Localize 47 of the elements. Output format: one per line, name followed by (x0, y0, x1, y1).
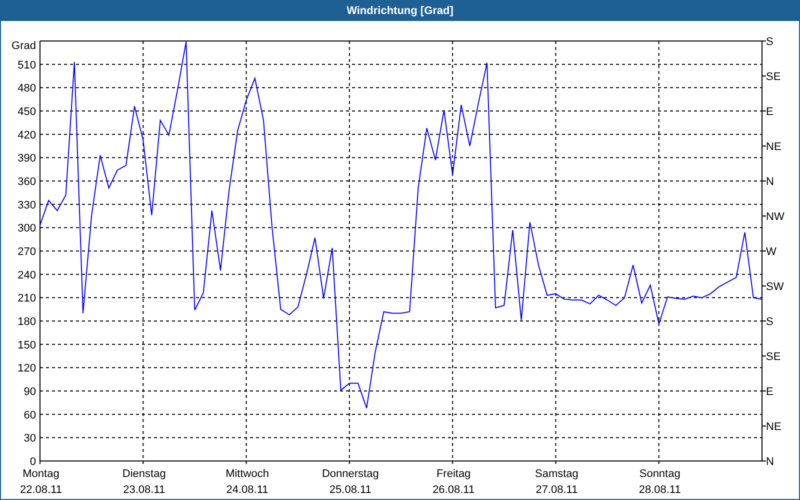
compass-tick-label: E (766, 106, 774, 118)
weekday-label: Samstag (535, 468, 578, 480)
compass-tick-label: S (766, 36, 774, 48)
y-tick-label: 150 (18, 339, 36, 352)
date-label: 22.08.11 (20, 484, 62, 496)
compass-tick-label: SE (766, 71, 781, 83)
compass-tick-label: NW (766, 211, 784, 223)
y-tick-label: 120 (18, 362, 36, 375)
window-title: Windrichtung [Grad] (346, 4, 454, 19)
y-tick-label: 0 (30, 456, 36, 468)
y-tick-label: 510 (18, 59, 36, 72)
weekday-label: Donnerstag (322, 468, 379, 480)
date-label: 27.08.11 (536, 484, 578, 496)
date-label: 26.08.11 (432, 484, 475, 496)
date-label: 28.08.11 (638, 484, 681, 496)
compass-tick-label: S (766, 316, 774, 328)
compass-tick-label: N (766, 456, 774, 468)
y-tick-label: 180 (18, 316, 36, 328)
y-tick-label: 90 (24, 386, 36, 398)
weekday-label: Montag (22, 468, 60, 480)
date-label: 23.08.11 (123, 484, 166, 496)
y-axis-label: Grad (12, 40, 36, 52)
y-tick-label: 360 (18, 176, 36, 188)
compass-tick-label: NE (766, 421, 782, 433)
compass-tick-label: NE (766, 141, 782, 153)
weekday-label: Mittwoch (226, 468, 269, 480)
y-tick-label: 30 (24, 432, 36, 445)
date-label: 25.08.11 (329, 484, 372, 496)
y-tick-label: 480 (18, 82, 36, 95)
y-tick-label: 420 (18, 129, 36, 142)
weekday-label: Freitag (436, 468, 471, 480)
weekday-label: Sonntag (639, 468, 680, 480)
weekday-label: Dienstag (122, 468, 166, 480)
y-tick-label: 390 (18, 152, 36, 165)
compass-tick-label: W (766, 246, 776, 258)
y-tick-label: 450 (18, 106, 36, 118)
y-tick-label: 330 (18, 199, 36, 212)
y-tick-label: 210 (18, 292, 36, 305)
y-tick-label: 300 (18, 222, 36, 235)
y-tick-label: 270 (18, 246, 36, 258)
compass-tick-label: SE (766, 351, 781, 363)
date-label: 24.08.11 (226, 484, 268, 496)
y-tick-label: 60 (24, 409, 36, 422)
compass-tick-label: SW (766, 281, 784, 293)
y-tick-label: 240 (18, 269, 36, 282)
compass-tick-label: N (766, 176, 774, 188)
compass-tick-label: E (766, 386, 774, 398)
